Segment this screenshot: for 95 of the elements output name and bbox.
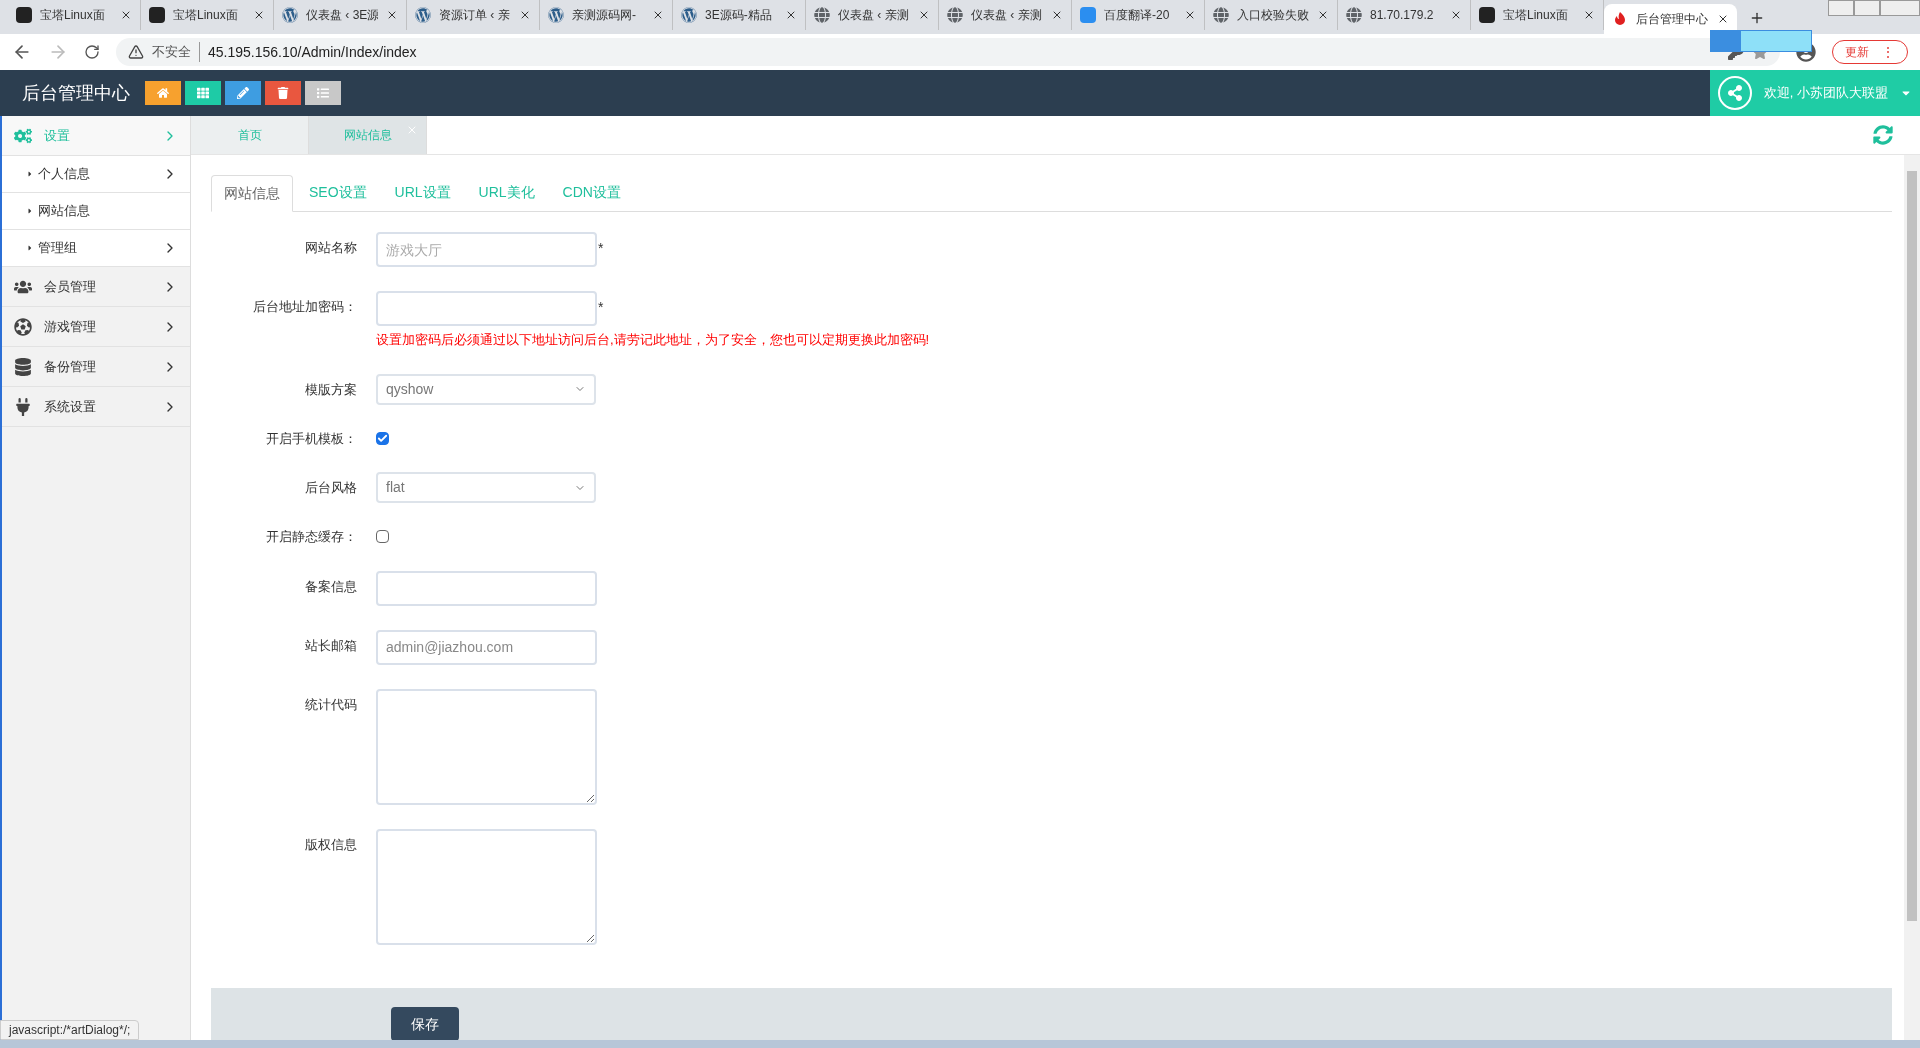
- caret-icon: [26, 170, 34, 178]
- close-icon[interactable]: [785, 9, 797, 21]
- field-label: 站长邮箱: [304, 636, 358, 655]
- browser-tab[interactable]: 仪表盘 ‹ 亲测: [939, 0, 1072, 30]
- close-icon[interactable]: [519, 9, 531, 21]
- field-label: 开启静态缓存：: [265, 528, 358, 546]
- scrollbar[interactable]: [1904, 155, 1920, 1040]
- gears-icon: [14, 126, 32, 145]
- status-text: javascript:/*artDialog*/;: [0, 1020, 140, 1040]
- bt-logo-icon: [149, 7, 165, 23]
- refresh-icon[interactable]: [1873, 125, 1893, 145]
- browser-tab[interactable]: 资源订单 ‹ 亲: [407, 0, 540, 30]
- list-icon: [317, 87, 329, 99]
- browser-tab[interactable]: 后台管理中心: [1604, 4, 1737, 34]
- text-field[interactable]: [376, 570, 597, 606]
- globe-icon: [947, 7, 963, 23]
- field-label: 网站名称: [304, 239, 358, 257]
- field-label: 后台地址加密码：: [252, 298, 358, 316]
- text-field[interactable]: [376, 291, 597, 326]
- close-icon[interactable]: [1184, 9, 1196, 21]
- browser-tab[interactable]: 百度翻译-20: [1072, 0, 1205, 30]
- checkbox[interactable]: [376, 431, 389, 445]
- close-icon[interactable]: [652, 9, 664, 21]
- sidebar-item[interactable]: 系统设置: [2, 387, 190, 427]
- text-field[interactable]: admin@jiazhou.com: [376, 629, 597, 665]
- browser-tab[interactable]: 宝塔Linux面: [8, 0, 141, 30]
- required-mark: *: [598, 298, 604, 317]
- field-label: 备案信息: [304, 577, 358, 596]
- checkbox[interactable]: [376, 530, 389, 543]
- caret-icon: [26, 244, 34, 252]
- browser-tab[interactable]: 3E源码-精品: [673, 0, 806, 30]
- close-icon[interactable]: [1051, 9, 1063, 21]
- share-icon: [1717, 76, 1752, 110]
- select-field[interactable]: qyshow: [376, 373, 596, 405]
- text-field[interactable]: 游戏大厅: [376, 232, 597, 267]
- bt-logo-icon: [16, 7, 32, 23]
- quick-button[interactable]: [265, 81, 301, 105]
- browser-tab[interactable]: 入口校验失败: [1205, 0, 1338, 30]
- warning-icon: [128, 44, 144, 60]
- database-icon: [14, 357, 32, 376]
- close-icon[interactable]: [1317, 9, 1329, 21]
- close-icon[interactable]: [120, 9, 132, 21]
- translate-icon: [1080, 7, 1096, 23]
- bt-logo-icon: [1479, 7, 1495, 23]
- grid-icon: [197, 87, 209, 99]
- wordpress-icon: [681, 7, 697, 23]
- new-tab-icon[interactable]: [1749, 10, 1765, 26]
- hint-text: 设置加密码后必须通过以下地址访问后台,请劳记此地址，为了安全，您也可以定期更换此加密码!: [376, 331, 930, 349]
- browser-tab[interactable]: 亲测源码网-: [540, 0, 673, 30]
- security-label: 不安全: [152, 42, 200, 62]
- select-field[interactable]: flat: [376, 472, 596, 503]
- save-button[interactable]: 保存: [391, 1007, 459, 1041]
- field-label: 模版方案: [304, 380, 358, 399]
- plug-icon: [14, 397, 32, 416]
- sidebar-subitem[interactable]: 网站信息: [2, 193, 190, 230]
- minimize-icon[interactable]: [1828, 0, 1854, 16]
- home-icon: [157, 87, 169, 99]
- wordpress-icon: [415, 7, 431, 23]
- sidebar-item[interactable]: 会员管理: [2, 267, 190, 307]
- form-tab[interactable]: 网站信息: [211, 175, 293, 212]
- field-label: 开启手机模板：: [265, 429, 358, 448]
- close-icon[interactable]: [1583, 9, 1595, 21]
- field-label: 后台风格: [304, 479, 358, 497]
- required-mark: *: [598, 239, 604, 258]
- field-label: 版权信息: [304, 835, 358, 854]
- trash-icon: [277, 87, 289, 99]
- wordpress-icon: [548, 7, 564, 23]
- app-title: 后台管理中心: [22, 81, 131, 105]
- browser-tab[interactable]: 宝塔Linux面: [141, 0, 274, 30]
- reload-icon[interactable]: [84, 44, 100, 60]
- sidebar-subitem[interactable]: 个人信息: [2, 156, 190, 193]
- close-icon[interactable]: [253, 9, 265, 21]
- url-text: 45.195.156.10/Admin/Index/index: [208, 42, 417, 62]
- pencil-icon: [237, 87, 249, 99]
- globe-icon: [1213, 7, 1229, 23]
- close-icon[interactable]: [1450, 9, 1462, 21]
- close-icon[interactable]: [918, 9, 930, 21]
- browser-tab[interactable]: 81.70.179.2: [1338, 0, 1471, 30]
- caret-icon: [26, 207, 34, 215]
- wordpress-icon: [282, 7, 298, 23]
- sidebar-item[interactable]: 备份管理: [2, 347, 190, 387]
- close-window-icon[interactable]: [1880, 0, 1920, 16]
- address-bar[interactable]: 不安全 45.195.156.10/Admin/Index/index: [116, 38, 1780, 66]
- browser-tab[interactable]: 宝塔Linux面: [1471, 0, 1604, 30]
- close-icon[interactable]: [1717, 13, 1729, 25]
- flame-icon: [1612, 11, 1628, 27]
- close-icon[interactable]: [386, 9, 398, 21]
- globe-icon: [814, 7, 830, 23]
- maximize-icon[interactable]: [1854, 0, 1880, 16]
- field-label: 统计代码: [304, 695, 358, 714]
- quick-button[interactable]: [225, 81, 261, 105]
- globe-icon: [1346, 7, 1362, 23]
- sidebar-subitem[interactable]: 管理组: [2, 230, 190, 267]
- browser-tab[interactable]: 仪表盘 ‹ 亲测: [806, 0, 939, 30]
- sidebar-item[interactable]: 游戏管理: [2, 307, 190, 347]
